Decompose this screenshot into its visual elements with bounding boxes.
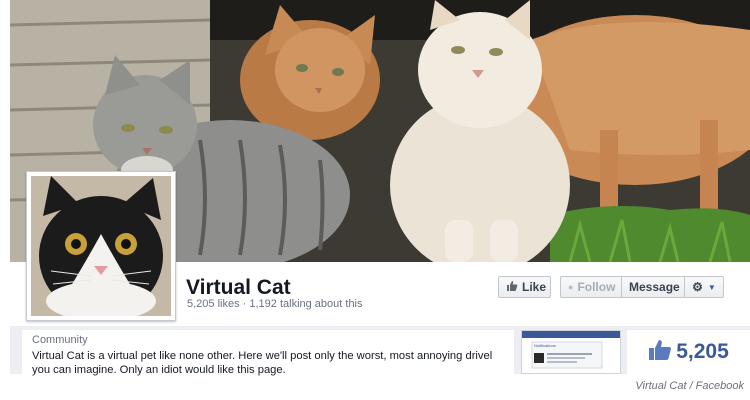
- page-category: Community: [32, 334, 88, 346]
- like-button-label: Like: [522, 280, 547, 294]
- app-thumbnail[interactable]: Notifications: [521, 330, 621, 374]
- likes-box[interactable]: 5,205: [627, 330, 750, 374]
- settings-menu-button[interactable]: ⚙ ▼: [685, 277, 723, 297]
- profile-picture[interactable]: [26, 171, 176, 321]
- page-actions-group: ● Follow Message ⚙ ▼: [560, 276, 724, 298]
- likes-count: 5,205: [676, 340, 729, 363]
- follow-button-label: Follow: [577, 280, 616, 294]
- message-button[interactable]: Message: [622, 277, 685, 297]
- page-description: Virtual Cat is a virtual pet like none o…: [32, 350, 493, 376]
- message-button-label: Message: [629, 280, 680, 294]
- follow-button[interactable]: ● Follow: [561, 277, 622, 297]
- thumbs-up-icon: [506, 280, 518, 295]
- thumbs-up-icon: [648, 339, 672, 366]
- image-credit: Virtual Cat / Facebook: [635, 380, 744, 392]
- gear-icon: ⚙: [692, 280, 703, 294]
- chevron-down-icon: ▼: [707, 282, 716, 292]
- like-button[interactable]: Like: [498, 276, 551, 298]
- about-section: Community Virtual Cat is a virtual pet l…: [22, 330, 514, 376]
- thumbnail-header: Notifications: [534, 343, 556, 348]
- page-stats: 5,205 likes · 1,192 talking about this: [187, 298, 363, 310]
- rss-icon: ●: [568, 282, 574, 292]
- page-title: Virtual Cat: [186, 276, 291, 299]
